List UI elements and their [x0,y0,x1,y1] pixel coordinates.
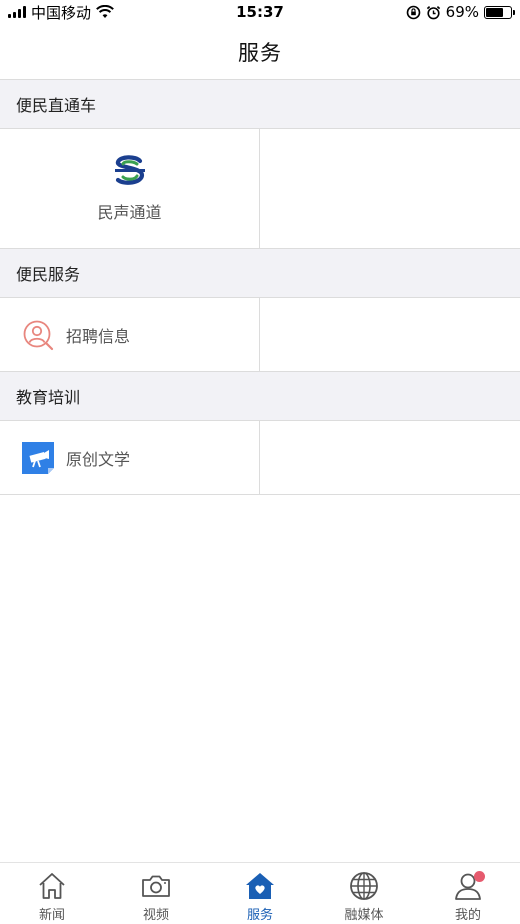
page-title: 服务 [238,41,282,65]
service-item-label: 民声通道 [97,202,162,222]
empty-cell [260,421,520,494]
tab-media[interactable]: 融媒体 [312,863,416,924]
tab-label: 融媒体 [344,908,384,923]
section-header-convenience-services: 便民服务 [0,248,520,298]
literature-camera-icon [22,441,54,474]
battery-icon [484,5,515,19]
alarm-icon [426,5,440,19]
status-left: 中国移动 [8,2,114,23]
tab-label: 新闻 [38,908,65,923]
service-content: 便民直通车 民声通道 便民服务 招聘信息 教育培训 原创文学 [0,79,520,495]
notification-badge [474,871,485,882]
status-right: 69% [406,3,515,21]
recruit-person-icon [23,320,54,350]
bottom-tab-bar: 新闻 视频 服务 融媒体 我的 [0,862,520,924]
section-title: 教育培训 [16,388,81,407]
section-grid: 招聘信息 [0,298,520,371]
section-header-education-training: 教育培训 [0,371,520,421]
home-icon [39,873,65,899]
section-title: 便民直通车 [16,96,97,115]
service-item-label: 招聘信息 [66,326,131,346]
signal-icon [8,6,26,18]
tab-label: 服务 [246,908,273,923]
section-grid: 民声通道 [0,129,520,248]
nav-header: 服务 [0,24,520,80]
tab-service[interactable]: 服务 [208,863,312,924]
minsheng-logo-icon [114,154,145,185]
wifi-icon [96,5,114,18]
section-title: 便民服务 [16,265,81,284]
section-header-convenience-express: 便民直通车 [0,79,520,129]
camera-icon [142,875,170,897]
rotation-lock-icon [406,5,420,19]
section-grid: 原创文学 [0,421,520,495]
tab-profile[interactable]: 我的 [416,863,520,924]
tab-label: 视频 [142,908,169,923]
service-item-minsheng[interactable]: 民声通道 [0,129,260,248]
service-item-label: 原创文学 [66,449,131,469]
tab-video[interactable]: 视频 [104,863,208,924]
service-heart-home-icon [246,873,274,899]
service-item-original-literature[interactable]: 原创文学 [0,421,260,494]
tab-label: 我的 [454,908,481,923]
battery-percent: 69% [445,3,479,21]
service-item-recruitment[interactable]: 招聘信息 [0,298,260,371]
tab-news[interactable]: 新闻 [0,863,104,924]
globe-icon [350,872,378,900]
empty-cell [260,298,520,371]
empty-cell [260,129,520,248]
status-bar: 中国移动 15:37 69% [0,0,520,24]
carrier-label: 中国移动 [31,3,92,22]
